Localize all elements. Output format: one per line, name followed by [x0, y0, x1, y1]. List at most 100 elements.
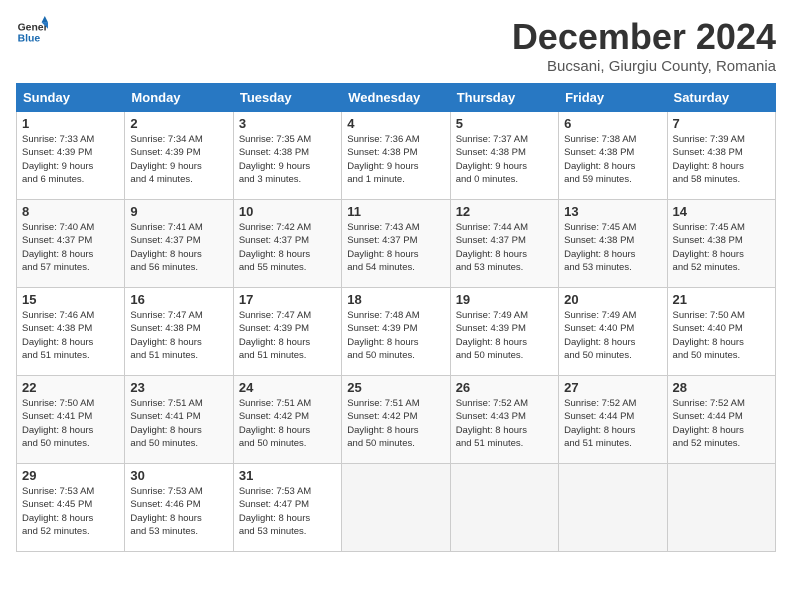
day-info: Sunrise: 7:40 AM Sunset: 4:37 PM Dayligh…	[22, 221, 119, 274]
calendar-week-row: 22Sunrise: 7:50 AM Sunset: 4:41 PM Dayli…	[17, 376, 776, 464]
calendar-day-17: 17 Sunrise: 7:47 AM Sunset: 4:39 PM Dayli…	[233, 288, 341, 376]
calendar-day-15: 15 Sunrise: 7:46 AM Sunset: 4:38 PM Dayli…	[17, 288, 125, 376]
calendar-day-10: 10Sunrise: 7:42 AM Sunset: 4:37 PM Dayli…	[233, 200, 341, 288]
day-number: 14	[673, 204, 770, 219]
day-info: Sunrise: 7:53 AM Sunset: 4:45 PM Dayligh…	[22, 485, 119, 538]
logo: General Blue	[16, 16, 48, 48]
day-info: Sunrise: 7:45 AM Sunset: 4:38 PM Dayligh…	[673, 221, 770, 274]
day-number: 12	[456, 204, 553, 219]
day-info: Sunrise: 7:50 AM Sunset: 4:40 PM Dayligh…	[673, 309, 770, 362]
calendar-day-27: 27 Sunrise: 7:52 AM Sunset: 4:44 PM Dayli…	[559, 376, 667, 464]
day-info: Sunrise: 7:45 AM Sunset: 4:38 PM Dayligh…	[564, 221, 661, 274]
day-number: 6	[564, 116, 661, 131]
calendar-day-20: 20Sunrise: 7:49 AM Sunset: 4:40 PM Dayli…	[559, 288, 667, 376]
day-info: Sunrise: 7:33 AM Sunset: 4:39 PM Dayligh…	[22, 133, 119, 186]
day-info: Sunrise: 7:48 AM Sunset: 4:39 PM Dayligh…	[347, 309, 444, 362]
calendar-day-1: 1Sunrise: 7:33 AM Sunset: 4:39 PM Daylig…	[17, 112, 125, 200]
calendar-header-thursday: Thursday	[450, 84, 558, 112]
calendar-day-8: 8 Sunrise: 7:40 AM Sunset: 4:37 PM Daylig…	[17, 200, 125, 288]
day-number: 13	[564, 204, 661, 219]
day-info: Sunrise: 7:36 AM Sunset: 4:38 PM Dayligh…	[347, 133, 444, 186]
calendar-day-empty	[559, 464, 667, 552]
calendar-header-sunday: Sunday	[17, 84, 125, 112]
calendar-header-wednesday: Wednesday	[342, 84, 450, 112]
calendar-header-friday: Friday	[559, 84, 667, 112]
svg-text:Blue: Blue	[18, 34, 41, 45]
calendar-week-row: 8 Sunrise: 7:40 AM Sunset: 4:37 PM Daylig…	[17, 200, 776, 288]
day-number: 31	[239, 468, 336, 483]
day-number: 21	[673, 292, 770, 307]
day-number: 3	[239, 116, 336, 131]
day-info: Sunrise: 7:39 AM Sunset: 4:38 PM Dayligh…	[673, 133, 770, 186]
day-info: Sunrise: 7:34 AM Sunset: 4:39 PM Dayligh…	[130, 133, 227, 186]
day-info: Sunrise: 7:42 AM Sunset: 4:37 PM Dayligh…	[239, 221, 336, 274]
day-info: Sunrise: 7:46 AM Sunset: 4:38 PM Dayligh…	[22, 309, 119, 362]
calendar-day-2: 2Sunrise: 7:34 AM Sunset: 4:39 PM Daylig…	[125, 112, 233, 200]
calendar-day-22: 22Sunrise: 7:50 AM Sunset: 4:41 PM Dayli…	[17, 376, 125, 464]
day-info: Sunrise: 7:35 AM Sunset: 4:38 PM Dayligh…	[239, 133, 336, 186]
day-number: 4	[347, 116, 444, 131]
page-title: December 2024	[512, 16, 776, 58]
day-number: 15	[22, 292, 119, 307]
header: General Blue December 2024 Bucsani, Giur…	[16, 16, 776, 75]
day-number: 26	[456, 380, 553, 395]
calendar-header-saturday: Saturday	[667, 84, 775, 112]
day-number: 9	[130, 204, 227, 219]
calendar-day-29: 29Sunrise: 7:53 AM Sunset: 4:45 PM Dayli…	[17, 464, 125, 552]
logo-icon: General Blue	[16, 16, 48, 48]
day-info: Sunrise: 7:38 AM Sunset: 4:38 PM Dayligh…	[564, 133, 661, 186]
calendar-day-31: 31 Sunrise: 7:53 AM Sunset: 4:47 PM Dayli…	[233, 464, 341, 552]
calendar-day-30: 30Sunrise: 7:53 AM Sunset: 4:46 PM Dayli…	[125, 464, 233, 552]
day-number: 24	[239, 380, 336, 395]
day-number: 18	[347, 292, 444, 307]
day-number: 5	[456, 116, 553, 131]
calendar-day-21: 21 Sunrise: 7:50 AM Sunset: 4:40 PM Dayli…	[667, 288, 775, 376]
calendar-day-14: 14 Sunrise: 7:45 AM Sunset: 4:38 PM Dayli…	[667, 200, 775, 288]
calendar-day-9: 9 Sunrise: 7:41 AM Sunset: 4:37 PM Daylig…	[125, 200, 233, 288]
calendar-day-18: 18 Sunrise: 7:48 AM Sunset: 4:39 PM Dayli…	[342, 288, 450, 376]
calendar-day-12: 12 Sunrise: 7:44 AM Sunset: 4:37 PM Dayli…	[450, 200, 558, 288]
calendar-week-row: 15 Sunrise: 7:46 AM Sunset: 4:38 PM Dayli…	[17, 288, 776, 376]
calendar-header-row: SundayMondayTuesdayWednesdayThursdayFrid…	[17, 84, 776, 112]
calendar-week-row: 1Sunrise: 7:33 AM Sunset: 4:39 PM Daylig…	[17, 112, 776, 200]
day-info: Sunrise: 7:52 AM Sunset: 4:44 PM Dayligh…	[564, 397, 661, 450]
page-subtitle: Bucsani, Giurgiu County, Romania	[512, 58, 776, 75]
calendar-day-5: 5Sunrise: 7:37 AM Sunset: 4:38 PM Daylig…	[450, 112, 558, 200]
day-number: 17	[239, 292, 336, 307]
day-number: 16	[130, 292, 227, 307]
day-info: Sunrise: 7:53 AM Sunset: 4:46 PM Dayligh…	[130, 485, 227, 538]
day-info: Sunrise: 7:44 AM Sunset: 4:37 PM Dayligh…	[456, 221, 553, 274]
calendar-day-28: 28 Sunrise: 7:52 AM Sunset: 4:44 PM Dayli…	[667, 376, 775, 464]
day-number: 23	[130, 380, 227, 395]
day-info: Sunrise: 7:51 AM Sunset: 4:42 PM Dayligh…	[239, 397, 336, 450]
day-info: Sunrise: 7:41 AM Sunset: 4:37 PM Dayligh…	[130, 221, 227, 274]
day-number: 28	[673, 380, 770, 395]
calendar-day-6: 6 Sunrise: 7:38 AM Sunset: 4:38 PM Daylig…	[559, 112, 667, 200]
day-info: Sunrise: 7:47 AM Sunset: 4:39 PM Dayligh…	[239, 309, 336, 362]
day-number: 27	[564, 380, 661, 395]
day-info: Sunrise: 7:47 AM Sunset: 4:38 PM Dayligh…	[130, 309, 227, 362]
day-number: 11	[347, 204, 444, 219]
calendar-header-monday: Monday	[125, 84, 233, 112]
calendar-day-24: 24 Sunrise: 7:51 AM Sunset: 4:42 PM Dayli…	[233, 376, 341, 464]
calendar-day-empty	[450, 464, 558, 552]
calendar-day-23: 23Sunrise: 7:51 AM Sunset: 4:41 PM Dayli…	[125, 376, 233, 464]
calendar-day-7: 7Sunrise: 7:39 AM Sunset: 4:38 PM Daylig…	[667, 112, 775, 200]
day-info: Sunrise: 7:49 AM Sunset: 4:40 PM Dayligh…	[564, 309, 661, 362]
calendar-day-4: 4 Sunrise: 7:36 AM Sunset: 4:38 PM Daylig…	[342, 112, 450, 200]
calendar-day-empty	[342, 464, 450, 552]
calendar-header-tuesday: Tuesday	[233, 84, 341, 112]
day-info: Sunrise: 7:50 AM Sunset: 4:41 PM Dayligh…	[22, 397, 119, 450]
calendar-day-empty	[667, 464, 775, 552]
calendar-day-19: 19Sunrise: 7:49 AM Sunset: 4:39 PM Dayli…	[450, 288, 558, 376]
day-info: Sunrise: 7:52 AM Sunset: 4:43 PM Dayligh…	[456, 397, 553, 450]
calendar-day-3: 3 Sunrise: 7:35 AM Sunset: 4:38 PM Daylig…	[233, 112, 341, 200]
title-area: December 2024 Bucsani, Giurgiu County, R…	[512, 16, 776, 75]
day-number: 19	[456, 292, 553, 307]
calendar-table: SundayMondayTuesdayWednesdayThursdayFrid…	[16, 83, 776, 552]
day-info: Sunrise: 7:52 AM Sunset: 4:44 PM Dayligh…	[673, 397, 770, 450]
day-number: 8	[22, 204, 119, 219]
calendar-day-26: 26 Sunrise: 7:52 AM Sunset: 4:43 PM Dayli…	[450, 376, 558, 464]
day-info: Sunrise: 7:53 AM Sunset: 4:47 PM Dayligh…	[239, 485, 336, 538]
day-number: 25	[347, 380, 444, 395]
